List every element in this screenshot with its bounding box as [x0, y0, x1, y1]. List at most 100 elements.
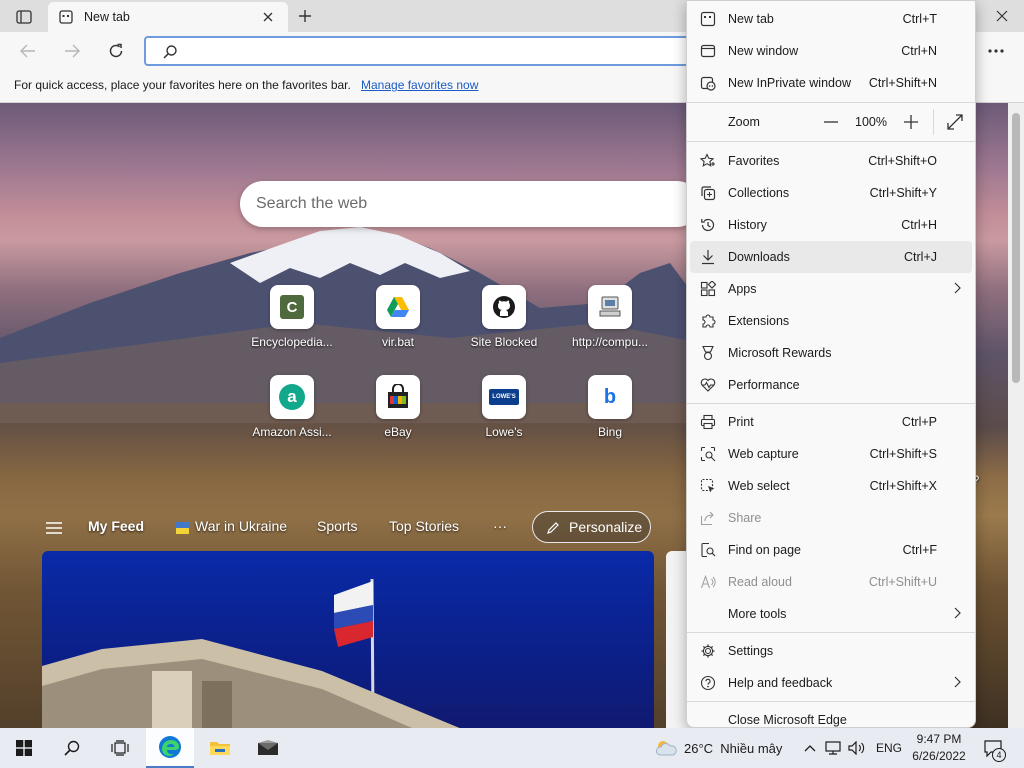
manage-favorites-link[interactable]: Manage favorites now [361, 78, 478, 92]
back-button[interactable] [14, 38, 42, 64]
menu-item-microsoft-rewards[interactable]: Microsoft Rewards [687, 337, 975, 369]
quick-link-vir-bat[interactable]: vir.bat [350, 285, 446, 349]
volume-icon[interactable] [848, 740, 866, 756]
quick-link-label: http://compu... [571, 335, 649, 349]
menu-label: Apps [728, 282, 757, 296]
menu-item-apps[interactable]: Apps [687, 273, 975, 305]
settings-and-more-button[interactable] [980, 38, 1012, 64]
refresh-button[interactable] [102, 38, 130, 64]
news-card[interactable] [42, 551, 654, 728]
quick-link-lowes[interactable]: LOWE'S Lowe's [456, 375, 552, 439]
menu-item-collections[interactable]: Collections Ctrl+Shift+Y [687, 177, 975, 209]
quick-link-ebay[interactable]: eBay [350, 375, 446, 439]
menu-item-new-tab[interactable]: New tab Ctrl+T [687, 3, 975, 35]
taskbar-mail[interactable] [244, 728, 292, 768]
collections-icon [699, 184, 717, 202]
chevron-right-icon [953, 676, 961, 691]
zoom-label: Zoom [728, 115, 760, 129]
taskbar-edge[interactable] [146, 728, 194, 768]
menu-item-web-select[interactable]: Web select Ctrl+Shift+X [687, 470, 975, 502]
search-button[interactable] [48, 728, 96, 768]
hamburger-menu-icon[interactable] [44, 520, 64, 536]
menu-item-new-window[interactable]: New window Ctrl+N [687, 35, 975, 67]
chevron-right-icon [953, 282, 961, 297]
new-tab-button[interactable] [292, 4, 318, 28]
menu-shortcut: Ctrl+Shift+Y [869, 186, 937, 200]
scrollbar-thumb[interactable] [1012, 113, 1020, 383]
ukraine-flag-icon [176, 522, 189, 534]
menu-label: New InPrivate window [728, 76, 851, 90]
menu-item-more-tools[interactable]: More tools [687, 598, 975, 630]
menu-item-print[interactable]: Print Ctrl+P [687, 406, 975, 438]
menu-label: Collections [728, 186, 790, 200]
taskbar-file-explorer[interactable] [196, 728, 244, 768]
folder-icon [210, 742, 230, 755]
tab-top-stories[interactable]: Top Stories [389, 518, 459, 534]
menu-item-extensions[interactable]: Extensions [687, 305, 975, 337]
weather-text[interactable]: 26°C Nhiều mây [684, 741, 782, 756]
chevron-up-icon[interactable] [802, 740, 818, 756]
clock-time: 9:47 PM [916, 732, 962, 746]
task-view-icon [111, 740, 129, 756]
menu-item-history[interactable]: History Ctrl+H [687, 209, 975, 241]
menu-label: More tools [728, 607, 787, 621]
menu-label: New window [728, 44, 799, 58]
forward-button[interactable] [58, 38, 86, 64]
taskbar-clock[interactable]: 9:47 PM 6/26/2022 [904, 731, 974, 765]
tab-sports[interactable]: Sports [317, 518, 357, 534]
favorites-star-icon [699, 152, 717, 170]
menu-item-close-microsoft-edge[interactable]: Close Microsoft Edge [687, 704, 975, 728]
close-tab-icon[interactable] [260, 9, 276, 25]
puzzle-piece-icon [699, 312, 717, 330]
quick-link-amazon-assistant[interactable]: a Amazon Assi... [244, 375, 340, 439]
start-button[interactable] [0, 728, 48, 768]
menu-label: Web select [728, 479, 790, 493]
search-icon [162, 44, 178, 60]
page-scrollbar[interactable] [1008, 103, 1024, 728]
zoom-in-button[interactable] [899, 111, 923, 133]
printer-icon [699, 413, 717, 431]
input-language[interactable]: ENG [876, 741, 902, 755]
menu-shortcut: Ctrl+Shift+S [869, 447, 937, 461]
web-search-box[interactable]: Search the web [240, 181, 700, 227]
menu-separator [687, 632, 975, 633]
zoom-out-button[interactable] [819, 111, 843, 133]
menu-label: Microsoft Rewards [728, 346, 832, 360]
help-question-icon [699, 674, 717, 692]
menu-item-find-on-page[interactable]: Find on page Ctrl+F [687, 534, 975, 566]
tab-my-feed[interactable]: My Feed [88, 518, 144, 534]
task-view-button[interactable] [96, 728, 144, 768]
full-screen-button[interactable] [943, 111, 967, 133]
quick-link-compu[interactable]: http://compu... [562, 285, 658, 349]
new-tab-icon [699, 10, 717, 28]
menu-item-new-inprivate-window[interactable]: New InPrivate window Ctrl+Shift+N [687, 67, 975, 99]
tab-war-in-ukraine[interactable]: War in Ukraine [195, 518, 287, 534]
menu-label: Find on page [728, 543, 801, 557]
menu-label: Settings [728, 644, 774, 658]
menu-shortcut: Ctrl+Shift+U [868, 575, 937, 589]
menu-item-downloads[interactable]: Downloads Ctrl+J [690, 241, 972, 273]
quick-link-bing[interactable]: b Bing [562, 375, 658, 439]
tab-actions-icon[interactable] [10, 6, 38, 28]
menu-item-web-capture[interactable]: Web capture Ctrl+Shift+S [687, 438, 975, 470]
quick-link-encyclopedia[interactable]: C Encyclopedia... [244, 285, 340, 349]
menu-item-favorites[interactable]: Favorites Ctrl+Shift+O [687, 145, 975, 177]
window-close-button[interactable] [980, 0, 1024, 32]
quick-link-site-blocked[interactable]: Site Blocked [456, 285, 552, 349]
menu-label: Help and feedback [728, 676, 833, 690]
menu-item-help-and-feedback[interactable]: Help and feedback [687, 667, 975, 699]
google-drive-icon [387, 297, 409, 317]
menu-item-performance[interactable]: Performance [687, 369, 975, 401]
new-tab-page-icon [58, 9, 74, 25]
encyclopedia-icon: C [280, 295, 304, 319]
zoom-level: 100% [855, 115, 887, 129]
apps-icon [699, 280, 717, 298]
menu-item-settings[interactable]: Settings [687, 635, 975, 667]
more-topics-button[interactable]: ··· [493, 518, 507, 534]
share-icon [699, 509, 717, 527]
address-bar[interactable] [144, 36, 704, 66]
network-icon[interactable] [824, 740, 842, 756]
tab-new-tab[interactable]: New tab [48, 2, 288, 32]
personalize-button[interactable]: Personalize [532, 511, 651, 543]
news-image [42, 578, 460, 728]
